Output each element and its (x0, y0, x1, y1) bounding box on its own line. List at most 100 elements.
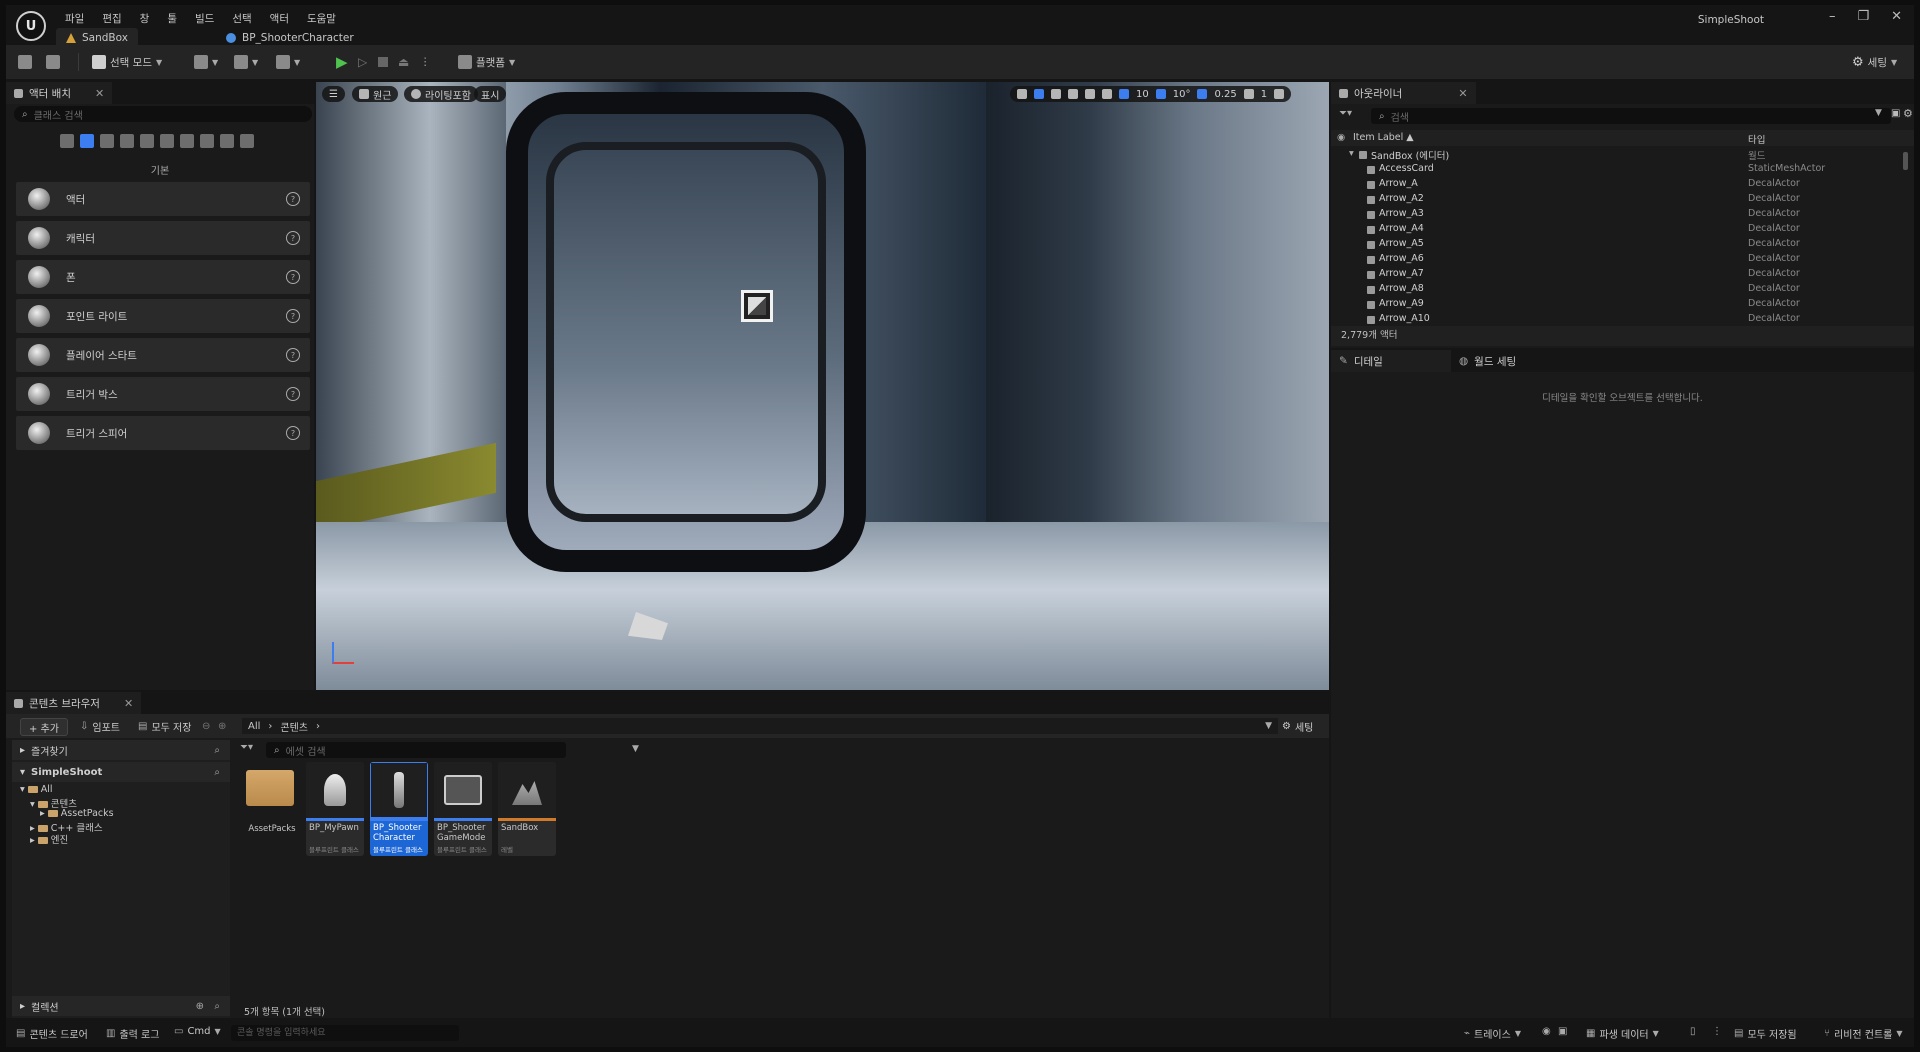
grid-snap-icon[interactable] (1119, 89, 1129, 99)
content-settings-button[interactable]: ⚙ 세팅 (1282, 718, 1313, 734)
lights-icon[interactable] (100, 134, 114, 148)
menu-select[interactable]: 선택 (223, 9, 260, 28)
eject-button[interactable]: ⏏ (398, 52, 409, 72)
viewport-options-button[interactable]: ☰ (322, 86, 345, 102)
restore-icon[interactable]: ❐ (1857, 9, 1869, 24)
asset-tile-sandbox-level[interactable]: SandBox 레벨 (498, 762, 556, 856)
world-local-icon[interactable] (1085, 89, 1095, 99)
camera-speed-value[interactable]: 1 (1261, 89, 1267, 100)
outliner-scrollbar[interactable] (1903, 152, 1908, 170)
camera-speed-icon[interactable] (1243, 89, 1254, 99)
save-all-button[interactable]: ▤ 모두 저장 (138, 718, 191, 734)
menu-edit[interactable]: 편집 (93, 9, 130, 28)
outliner-row[interactable]: Arrow_A8 DecalActor (1331, 283, 1901, 298)
tab-world-settings[interactable]: ◍ 월드 세팅 (1451, 350, 1525, 372)
save-button[interactable] (18, 52, 32, 72)
tab-content-browser[interactable]: 콘텐츠 브라우저 ✕ (6, 692, 142, 714)
geometry-icon[interactable] (180, 134, 194, 148)
add-folder-icon[interactable]: ▣ (1891, 108, 1900, 119)
folder-tree-item-all[interactable]: ▾ All (20, 784, 53, 795)
class-search-input[interactable]: ⌕ 클래스 검색 (14, 106, 312, 122)
actor-item-actor[interactable]: 액터 ? (16, 182, 310, 216)
asset-tile-bp-shooter-character[interactable]: BP_Shooter Character 블루프린트 클래스 (370, 762, 428, 856)
derived-data-dropdown[interactable]: ▦ 파생 데이터 ▼ (1586, 1026, 1659, 1041)
play-button[interactable]: ▶ (336, 52, 348, 72)
actor-item-player-start[interactable]: 플레이어 스타트 ? (16, 338, 310, 372)
record-button[interactable]: ◉ (1542, 1026, 1551, 1037)
settings-dropdown[interactable]: ⚙ 세팅 ▼ (1852, 52, 1897, 72)
level-viewport[interactable]: ☰ 원근 라이팅포함 표시 10 10° 0.25 1 (316, 82, 1329, 690)
asset-tile-bp-mypawn[interactable]: BP_MyPawn 블루프린트 클래스 (306, 762, 364, 856)
help-icon[interactable]: ? (286, 192, 300, 206)
save-status[interactable]: ▤ 모두 저장됨 (1734, 1026, 1797, 1041)
search-icon[interactable]: ⌕ (214, 745, 220, 756)
column-label[interactable]: Item Label ▲ (1353, 132, 1414, 143)
outliner-row[interactable]: Arrow_A6 DecalActor (1331, 253, 1901, 268)
tab-place-actors[interactable]: 액터 배치 ✕ (6, 82, 113, 104)
actor-item-point-light[interactable]: 포인트 라이트 ? (16, 299, 310, 333)
shapes-icon[interactable] (120, 134, 134, 148)
favorites-header[interactable]: ▸ 즐겨찾기 ⌕ (12, 740, 230, 760)
visibility-icon[interactable]: ◉ (1337, 132, 1345, 143)
advance-frame-button[interactable]: ▷ (358, 52, 367, 72)
stop-button[interactable] (378, 52, 388, 72)
show-button[interactable]: 표시 (474, 86, 507, 102)
close-icon[interactable]: ✕ (1458, 87, 1467, 100)
menu-build[interactable]: 빌드 (186, 9, 223, 28)
asset-tile-bp-shooter-gamemode[interactable]: BP_Shooter GameMode 블루프린트 클래스 (434, 762, 492, 856)
grid-snap-value[interactable]: 10 (1136, 89, 1149, 100)
search-icon[interactable]: ⌕ (214, 767, 220, 778)
play-options-button[interactable]: ⋮ (420, 52, 431, 72)
recent-icon[interactable] (60, 134, 74, 148)
breadcrumb-all[interactable]: All (248, 721, 260, 732)
source-control-status-icon[interactable]: ▯ (1690, 1026, 1696, 1037)
platforms-dropdown[interactable]: 플랫폼 ▼ (458, 52, 515, 72)
outliner-row[interactable]: Arrow_A3 DecalActor (1331, 208, 1901, 223)
perspective-button[interactable]: 원근 (352, 86, 399, 102)
outliner-row[interactable]: Arrow_A5 DecalActor (1331, 238, 1901, 253)
cinematics-button[interactable]: ▼ (276, 52, 300, 72)
actor-item-pawn[interactable]: 폰 ? (16, 260, 310, 294)
scale-snap-icon[interactable] (1197, 89, 1208, 99)
outliner-search-input[interactable]: ⌕ 검색 (1371, 108, 1891, 124)
basic-icon[interactable] (80, 134, 94, 148)
output-log-button[interactable]: ▥ 출력 로그 (106, 1026, 159, 1041)
folder-tree-item-assetpacks[interactable]: ▸ AssetPacks (40, 808, 114, 819)
close-icon[interactable]: ✕ (95, 87, 104, 100)
menu-file[interactable]: 파일 (56, 9, 93, 28)
more-icon[interactable] (240, 134, 254, 148)
menu-help[interactable]: 도움말 (298, 9, 345, 28)
history-back-button[interactable]: ⊖ (202, 718, 210, 734)
chevron-down-icon[interactable]: ▼ (632, 744, 639, 754)
tab-outliner[interactable]: 아웃라이너 ✕ (1331, 82, 1476, 104)
outliner-row[interactable]: Arrow_A9 DecalActor (1331, 298, 1901, 313)
surface-snap-icon[interactable] (1102, 89, 1112, 99)
project-header[interactable]: ▾ SimpleShoot ⌕ (12, 762, 230, 782)
menu-actor[interactable]: 액터 (261, 9, 298, 28)
actor-item-trigger-sphere[interactable]: 트리거 스피어 ? (16, 416, 310, 450)
actor-item-trigger-box[interactable]: 트리거 박스 ? (16, 377, 310, 411)
outliner-row[interactable]: AccessCard StaticMeshActor (1331, 163, 1901, 178)
decal-sprite-icon[interactable] (741, 290, 773, 322)
help-icon[interactable]: ? (286, 348, 300, 362)
search-icon[interactable]: ⌕ (214, 1001, 220, 1012)
help-icon[interactable]: ? (286, 387, 300, 401)
cmd-dropdown[interactable]: ▭ Cmd ▼ (174, 1026, 221, 1037)
rotate-tool-icon[interactable] (1051, 89, 1061, 99)
select-tool-icon[interactable] (1017, 89, 1027, 99)
outliner-row[interactable]: Arrow_A4 DecalActor (1331, 223, 1901, 238)
filter-icon[interactable]: ⏷▾ (1339, 108, 1352, 119)
chevron-down-icon[interactable]: ▾ (1349, 148, 1354, 159)
filter-icon[interactable]: ⏷▾ (240, 742, 253, 753)
import-button[interactable]: ⇩ 임포트 (80, 718, 120, 734)
close-icon[interactable]: ✕ (1891, 9, 1902, 24)
maximize-viewport-icon[interactable] (1274, 89, 1285, 99)
console-command-input[interactable]: 콘솔 명령을 입력하세요 (231, 1025, 459, 1041)
scale-tool-icon[interactable] (1068, 89, 1078, 99)
browse-button[interactable] (46, 52, 60, 72)
menu-tools[interactable]: 툴 (158, 9, 186, 28)
screenshot-button[interactable]: ▣ (1558, 1026, 1567, 1037)
blueprints-button[interactable]: ▼ (234, 52, 258, 72)
close-icon[interactable]: ✕ (124, 697, 133, 710)
add-collection-icon[interactable]: ⊕ (196, 1001, 204, 1012)
